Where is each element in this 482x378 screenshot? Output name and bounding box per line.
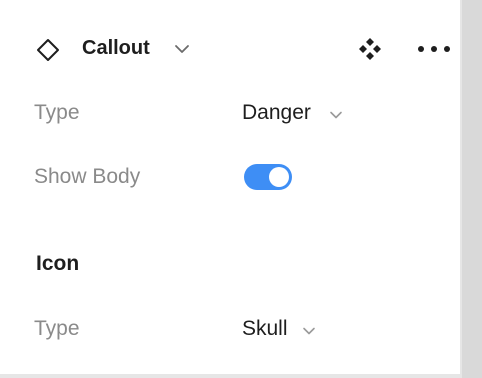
four-diamonds-icon[interactable] xyxy=(357,36,383,62)
icon-type-dropdown[interactable]: Skull xyxy=(242,316,288,342)
panel-bottom-border xyxy=(0,374,460,378)
property-row-icon-type: Type Skull xyxy=(0,308,460,348)
chevron-down-icon[interactable] xyxy=(302,323,316,335)
properties-panel: Callout Type Danger Show Body Icon Type … xyxy=(0,0,460,378)
show-body-toggle[interactable] xyxy=(244,164,292,190)
ellipsis-horizontal-icon[interactable] xyxy=(417,39,451,59)
section-title-icon: Icon xyxy=(36,252,80,275)
property-label: Show Body xyxy=(34,165,141,188)
component-header: Callout xyxy=(0,26,460,70)
diamond-outline-icon xyxy=(36,38,60,62)
chevron-down-icon[interactable] xyxy=(174,42,190,54)
type-dropdown[interactable]: Danger xyxy=(242,100,311,126)
viewport: Callout Type Danger Show Body Icon Type … xyxy=(0,0,482,378)
property-label: Type xyxy=(34,101,80,124)
chevron-down-icon[interactable] xyxy=(329,107,343,119)
property-row-type: Type Danger xyxy=(0,92,460,132)
component-name[interactable]: Callout xyxy=(82,35,150,61)
toggle-knob xyxy=(269,167,289,187)
property-label: Type xyxy=(34,317,80,340)
scrollbar[interactable] xyxy=(462,0,482,378)
property-row-show-body: Show Body xyxy=(0,156,460,196)
